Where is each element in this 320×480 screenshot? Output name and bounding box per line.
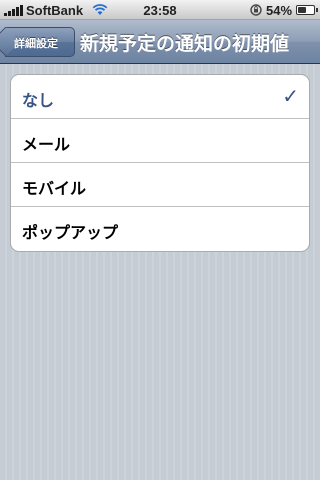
back-button[interactable]: 詳細設定 [0,26,75,57]
options-list: なし ✓ メール モバイル ポップアップ [10,74,310,252]
option-label: ポップアップ [22,223,119,242]
battery-icon [296,5,318,15]
checkmark-icon: ✓ [282,84,299,108]
list-item-mobile[interactable]: モバイル [11,163,309,207]
navigation-bar: 詳細設定 新規予定の通知の初期値 [0,20,320,64]
status-bar: SoftBank 23:58 54% [0,0,320,20]
battery-percent: 54% [266,3,293,18]
option-label: なし [22,91,55,110]
option-label: モバイル [22,179,87,198]
rotation-lock-icon [250,4,262,16]
list-item-none[interactable]: なし ✓ [11,75,309,119]
back-button-label: 詳細設定 [14,37,58,50]
list-item-email[interactable]: メール [11,119,309,163]
option-label: メール [22,135,71,154]
list-item-popup[interactable]: ポップアップ [11,207,309,251]
page-title: 新規予定の通知の初期値 [80,33,290,55]
